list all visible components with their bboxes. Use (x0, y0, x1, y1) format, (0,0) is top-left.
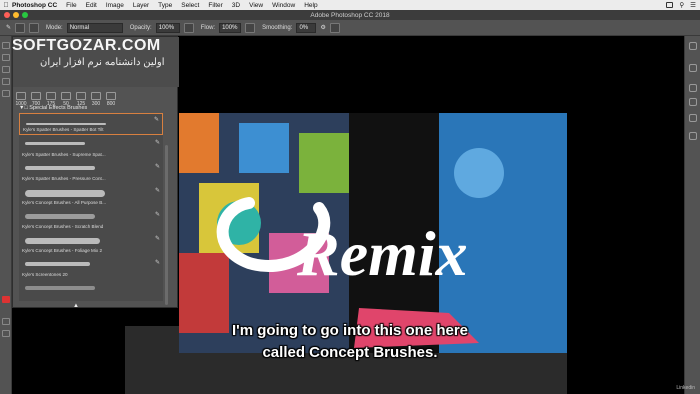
watermark-text: SOFTGOZAR.COM (12, 37, 161, 54)
menu-file[interactable]: File (66, 2, 76, 9)
collapse-icon[interactable] (689, 42, 697, 50)
pressure-opacity-icon[interactable] (183, 22, 194, 33)
artwork-graphic: Remix (179, 113, 567, 353)
mode-select[interactable]: Normal (66, 22, 123, 33)
brush-size-preset[interactable]: 800 (105, 92, 117, 107)
brush-item[interactable]: ✎ Kyle's Concept Brushes - Scratch Blend (19, 209, 163, 231)
opacity-label: Opacity: (129, 24, 152, 31)
brush-name: Kyle's Concept Brushes - Foliage Mix 2 (22, 248, 103, 253)
symmetry-icon[interactable] (329, 22, 340, 33)
brush-pressure-icon: ✎ (154, 164, 160, 170)
right-panel-dock (684, 36, 700, 394)
options-bar: ✎ Mode: Normal Opacity: 100% Flow: 100% … (0, 20, 700, 36)
brush-pressure-icon: ✎ (154, 140, 160, 146)
minimize-window-button[interactable] (13, 12, 19, 18)
menu-image[interactable]: Image (106, 2, 124, 9)
linkedin-logo: Linkedin (676, 385, 695, 391)
adjust-icon[interactable] (689, 98, 697, 106)
battery-icon[interactable] (666, 2, 674, 8)
brush-pressure-icon: ✎ (154, 212, 160, 218)
menu-view[interactable]: View (249, 2, 263, 9)
screen-mode-icon[interactable] (2, 330, 10, 337)
menu-filter[interactable]: Filter (208, 2, 222, 9)
brush-name: Kyle's Spatter Brushes - Pressure Cont..… (22, 176, 106, 181)
brush-panel-icon[interactable] (689, 84, 697, 92)
brush-name: Kyle's Spatter Brushes - Supreme Spat... (22, 152, 106, 157)
window-title: Adobe Photoshop CC 2018 (310, 11, 390, 19)
menu-3d[interactable]: 3D (232, 2, 240, 9)
menu-bar:  Photoshop CC File Edit Image Layer Typ… (0, 0, 700, 10)
brush-pressure-icon: ✎ (154, 236, 160, 242)
screen:  Photoshop CC File Edit Image Layer Typ… (0, 0, 700, 394)
opacity-field[interactable]: 100% (155, 22, 180, 33)
brush-item[interactable]: ✎ Kyle's Concept Brushes - Foliage Mix 2 (19, 233, 163, 255)
info-icon[interactable] (689, 64, 697, 72)
gear-icon[interactable]: ⚙ (320, 24, 325, 31)
brush-list: ✎ Kyle's Spatter Brushes - Spatter Bot T… (19, 113, 163, 301)
window-title-bar: Adobe Photoshop CC 2018 (0, 10, 700, 20)
brush-preset-picker[interactable] (15, 22, 26, 33)
brush-item[interactable]: ✎ Kyle's Spatter Brushes - Spatter Bot T… (19, 113, 163, 135)
menu-layer[interactable]: Layer (133, 2, 149, 9)
close-window-button[interactable] (4, 12, 10, 18)
brush-folder-special-effects[interactable]: ▼□ Special Effects Brushes (19, 105, 87, 111)
menu-help[interactable]: Help (304, 2, 317, 9)
artwork-text: Remix (296, 218, 468, 289)
foreground-color-swatch[interactable] (2, 296, 10, 303)
crop-tool-icon[interactable] (2, 78, 10, 85)
menu-edit[interactable]: Edit (86, 2, 97, 9)
brush-pressure-icon: ✎ (154, 260, 160, 266)
tools-panel (0, 36, 12, 394)
subtitle-line-2: called Concept Brushes. (262, 344, 438, 361)
brush-pressure-icon: ✎ (154, 188, 160, 194)
list-icon[interactable]: ☰ (690, 1, 696, 9)
brush-name: Kyle's Concept Brushes - All Purpose B..… (22, 200, 107, 205)
brush-settings-icon[interactable] (29, 22, 40, 33)
brush-list-scrollbar[interactable] (165, 145, 168, 305)
brush-item[interactable]: ✎ Kyle's Screentones 20 (19, 257, 163, 279)
flow-label: Flow: (200, 24, 216, 31)
type-icon[interactable] (689, 114, 697, 122)
folder-icon: ▼□ (19, 105, 28, 111)
menu-select[interactable]: Select (181, 2, 199, 9)
brush-size-preset[interactable]: 300 (90, 92, 102, 107)
mode-label: Mode: (46, 24, 63, 31)
brush-pressure-icon: ✎ (153, 117, 159, 123)
menu-app-name[interactable]: Photoshop CC (12, 2, 57, 9)
brush-item[interactable]: ✎ Kyle's Spatter Brushes - Pressure Cont… (19, 161, 163, 183)
artwork-image[interactable]: Remix (179, 113, 567, 353)
menu-window[interactable]: Window (272, 2, 295, 9)
marquee-tool-icon[interactable] (2, 54, 10, 61)
move-tool-icon[interactable] (2, 42, 10, 49)
subtitle-line-1: I'm going to go into this one here (231, 322, 469, 339)
smoothing-label: Smoothing: (262, 24, 293, 31)
lasso-tool-icon[interactable] (2, 66, 10, 73)
zoom-window-button[interactable] (22, 12, 28, 18)
brush-item[interactable]: ✎ Kyle's Concept Brushes - All Purpose B… (19, 185, 163, 207)
search-icon[interactable]: ⚲ (679, 1, 684, 9)
brush-name: Kyle's Screentones 20 (22, 272, 68, 277)
apple-icon[interactable]:  (0, 2, 12, 9)
quick-mask-icon[interactable] (2, 318, 10, 325)
brush-tool-icon-side[interactable] (2, 90, 10, 97)
paragraph-icon[interactable] (689, 132, 697, 140)
brush-item[interactable] (19, 281, 163, 303)
flow-field[interactable]: 100% (219, 22, 242, 33)
brush-name: Kyle's Concept Brushes - Scratch Blend (22, 224, 104, 229)
smoothing-field[interactable]: 0% (296, 22, 317, 33)
brush-folder-label: Special Effects Brushes (29, 105, 88, 111)
brush-tool-icon[interactable]: ✎ (6, 24, 11, 31)
watermark-subtitle: اولین دانشنامه نرم افزار ایران (40, 57, 165, 68)
brushes-panel: 1000 700 175 50 125 300 800 ▼□ Special E… (12, 36, 179, 309)
menu-type[interactable]: Type (158, 2, 172, 9)
airbrush-icon[interactable] (245, 22, 256, 33)
panel-resize-icon[interactable]: ▲ (73, 303, 79, 309)
brush-item[interactable]: ✎ Kyle's Spatter Brushes - Supreme Spat.… (19, 137, 163, 159)
brush-name: Kyle's Spatter Brushes - Spatter Bot Til… (23, 127, 104, 132)
